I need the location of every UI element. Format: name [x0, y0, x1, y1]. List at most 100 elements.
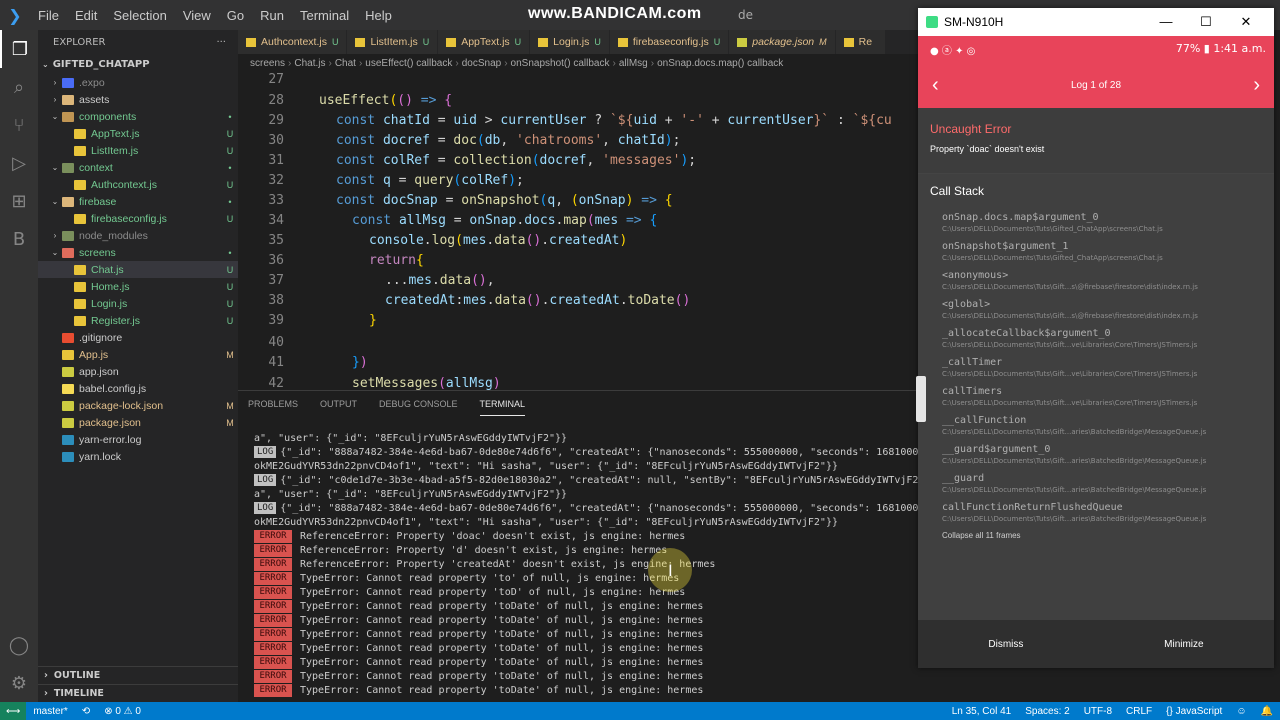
tree-file[interactable]: yarn.lock [38, 448, 238, 465]
editor-tab[interactable]: ListItem.js U [347, 30, 439, 54]
emulator-side-handle[interactable] [916, 376, 926, 422]
extensions-icon[interactable]: ⊞ [0, 182, 38, 220]
code-editor[interactable]: 27 28 useEffect(() => { 29 const chatId … [238, 72, 918, 390]
explorer-icon[interactable]: ❐ [0, 30, 38, 68]
frame-function: <anonymous> [942, 270, 1009, 281]
run-debug-icon[interactable]: ▷ [0, 144, 38, 182]
menu-edit[interactable]: Edit [67, 8, 105, 23]
editor-tab[interactable]: firebaseconfig.js U [609, 30, 730, 54]
search-icon[interactable]: ⌕ [0, 68, 38, 106]
collapse-frames-link[interactable]: Collapse all 11 frames [942, 531, 1274, 540]
next-log-icon[interactable]: › [1253, 74, 1260, 97]
stack-frame[interactable]: __callFunction C:\Users\DELL\Documents\Tu… [942, 415, 1274, 436]
tree-folder[interactable]: › node_modules [38, 227, 238, 244]
account-icon[interactable]: ◯ [0, 626, 38, 664]
bookmark-icon[interactable]: B [0, 220, 38, 258]
tree-file[interactable]: AppText.js U [38, 125, 238, 142]
tree-file[interactable]: Register.js U [38, 312, 238, 329]
breadcrumb-item[interactable]: onSnap.docs.map() callback [657, 58, 783, 69]
stack-frame[interactable]: <global> C:\Users\DELL\Documents\Tuts\Gif… [942, 299, 1274, 320]
branch-indicator[interactable]: master* [26, 706, 74, 717]
stack-frame[interactable]: __guard C:\Users\DELL\Documents\Tuts\Gift… [942, 473, 1274, 494]
tree-folder[interactable]: › .expo [38, 74, 238, 91]
tree-folder[interactable]: ⌄ context • [38, 159, 238, 176]
editor-tab[interactable]: package.json M [729, 30, 836, 54]
notifications-icon[interactable]: 🔔 [1254, 706, 1280, 717]
settings-gear-icon[interactable]: ⚙ [0, 664, 38, 702]
tree-file[interactable]: firebaseconfig.js U [38, 210, 238, 227]
stack-frame[interactable]: onSnapshot$argument_1 C:\Users\DELL\Docum… [942, 241, 1274, 262]
tree-file[interactable]: babel.config.js [38, 380, 238, 397]
problems-indicator[interactable]: ⊗ 0 ⚠ 0 [97, 706, 148, 717]
tab-problems[interactable]: PROBLEMS [248, 393, 298, 415]
breadcrumb-item[interactable]: docSnap [462, 58, 501, 69]
stack-frame[interactable]: <anonymous> C:\Users\DELL\Documents\Tuts\… [942, 270, 1274, 291]
tree-folder[interactable]: › assets [38, 91, 238, 108]
terminal-output[interactable]: a", "user": {"_id": "8EFculjrYuN5rAswEGd… [254, 431, 918, 697]
breadcrumb-item[interactable]: Chat [335, 58, 356, 69]
code-line: ...mes.data(), [385, 272, 495, 288]
breadcrumb-item[interactable]: Chat.js [294, 58, 325, 69]
breadcrumb-item[interactable]: screens [250, 58, 285, 69]
tree-folder[interactable]: ⌄ components • [38, 108, 238, 125]
tree-file[interactable]: Authcontext.js U [38, 176, 238, 193]
tree-file[interactable]: yarn-error.log [38, 431, 238, 448]
git-status-badge: U [226, 315, 234, 326]
indentation[interactable]: Spaces: 2 [1018, 706, 1076, 717]
stack-frame[interactable]: onSnap.docs.map$argument_0 C:\Users\DELL\… [942, 212, 1274, 233]
menu-file[interactable]: File [30, 8, 67, 23]
project-folder[interactable]: ⌄ GIFTED_CHATAPP [38, 54, 238, 74]
encoding[interactable]: UTF-8 [1077, 706, 1119, 717]
line-ending[interactable]: CRLF [1119, 706, 1159, 717]
tree-file[interactable]: package-lock.json M [38, 397, 238, 414]
menu-help[interactable]: Help [357, 8, 400, 23]
menu-selection[interactable]: Selection [105, 8, 174, 23]
editor-tab[interactable]: Re [835, 30, 887, 54]
editor-tab[interactable]: Authcontext.js U [238, 30, 348, 54]
language-mode[interactable]: {} JavaScript [1159, 706, 1229, 717]
tree-file[interactable]: ListItem.js U [38, 142, 238, 159]
tree-file[interactable]: package.json M [38, 414, 238, 431]
timeline-section[interactable]: › TIMELINE [38, 684, 238, 702]
tab-output[interactable]: OUTPUT [320, 393, 357, 415]
menu-run[interactable]: Run [252, 8, 292, 23]
breadcrumb-item[interactable]: allMsg [619, 58, 648, 69]
stack-frame[interactable]: __guard$argument_0 C:\Users\DELL\Document… [942, 444, 1274, 465]
stack-frame[interactable]: callFunctionReturnFlushedQueue C:\Users\D… [942, 502, 1274, 523]
sync-icon[interactable]: ⟲ [75, 706, 97, 717]
source-control-icon[interactable]: ⑂ [0, 106, 38, 144]
tree-folder[interactable]: ⌄ screens • [38, 244, 238, 261]
feedback-icon[interactable]: ☺ [1229, 706, 1253, 717]
tree-file[interactable]: app.json [38, 363, 238, 380]
tree-folder[interactable]: ⌄ firebase • [38, 193, 238, 210]
cursor-position[interactable]: Ln 35, Col 41 [945, 706, 1019, 717]
tree-file[interactable]: Home.js U [38, 278, 238, 295]
breadcrumb-item[interactable]: useEffect() callback [365, 58, 452, 69]
breadcrumb-item[interactable]: onSnapshot() callback [511, 58, 610, 69]
outline-section[interactable]: › OUTLINE [38, 666, 238, 684]
stack-frame[interactable]: callTimers C:\Users\DELL\Documents\Tuts\G… [942, 386, 1274, 407]
tree-file[interactable]: Login.js U [38, 295, 238, 312]
editor-tab[interactable]: AppText.js U [438, 30, 531, 54]
close-icon[interactable]: ✕ [1226, 14, 1266, 30]
menu-terminal[interactable]: Terminal [292, 8, 357, 23]
tab-debug-console[interactable]: DEBUG CONSOLE [379, 393, 458, 415]
remote-icon[interactable]: ⟷ [0, 702, 27, 720]
tab-terminal[interactable]: TERMINAL [479, 393, 526, 416]
terminal-line: ERROR TypeError: Cannot read property 'to… [254, 683, 918, 697]
prev-log-icon[interactable]: ‹ [932, 74, 939, 97]
menu-view[interactable]: View [175, 8, 219, 23]
stack-frame[interactable]: _callTimer C:\Users\DELL\Documents\Tuts\G… [942, 357, 1274, 378]
menu-go[interactable]: Go [219, 8, 252, 23]
stack-frame[interactable]: _allocateCallback$argument_0 C:\Users\DEL… [942, 328, 1274, 349]
tree-file[interactable]: App.js M [38, 346, 238, 363]
tree-file[interactable]: .gitignore [38, 329, 238, 346]
dismiss-button[interactable]: Dismiss [988, 639, 1023, 650]
maximize-icon[interactable]: ☐ [1186, 14, 1226, 30]
minimize-icon[interactable]: — [1146, 14, 1186, 30]
editor-tab[interactable]: Login.js U [530, 30, 610, 54]
minimize-button[interactable]: Minimize [1164, 639, 1203, 650]
explorer-more-icon[interactable]: ··· [216, 37, 226, 48]
tree-file[interactable]: Chat.js U [38, 261, 238, 278]
timeline-title: TIMELINE [53, 688, 104, 699]
